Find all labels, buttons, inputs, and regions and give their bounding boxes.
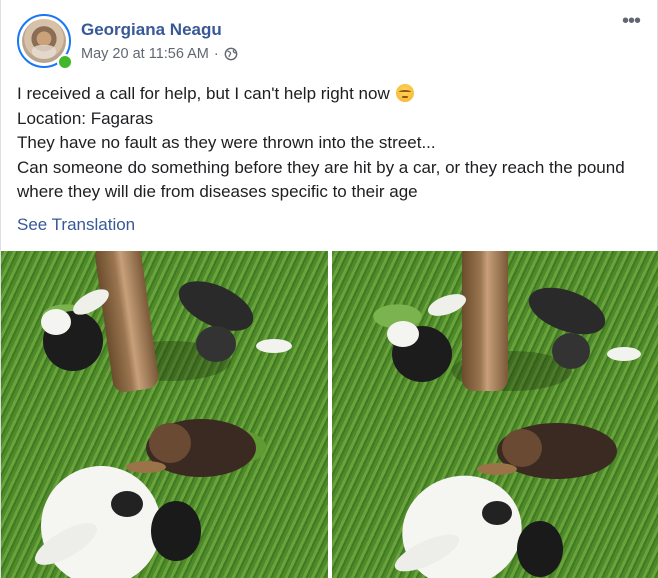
puppy-head	[552, 333, 590, 369]
puppy-head	[517, 521, 563, 577]
puppy-patch	[41, 309, 71, 335]
more-options-icon[interactable]: •••	[619, 11, 643, 32]
puppy-head	[151, 501, 201, 561]
puppy-patch	[387, 321, 419, 347]
puppy-paws	[256, 339, 292, 353]
meta-separator: ·	[213, 46, 219, 62]
puppy-legs	[126, 461, 166, 473]
tree-trunk	[94, 251, 160, 394]
post-photo[interactable]	[1, 251, 328, 578]
author-avatar[interactable]	[17, 14, 73, 70]
globe-icon[interactable]	[224, 47, 238, 61]
photo-grid	[1, 251, 658, 578]
author-name[interactable]: Georgiana Neagu	[81, 20, 222, 40]
puppy-legs	[477, 463, 517, 475]
puppy-patch	[482, 501, 512, 525]
tree-trunk	[462, 251, 508, 391]
facebook-post: Georgiana Neagu May 20 at 11:56 AM · •••…	[0, 0, 658, 578]
puppy-head	[196, 326, 236, 362]
body-line: Can someone do something before they are…	[17, 157, 630, 202]
body-line: Location: Fagaras	[17, 108, 154, 128]
post-photo[interactable]	[332, 251, 658, 578]
post-timestamp[interactable]: May 20 at 11:56 AM	[81, 46, 209, 62]
body-line: I received a call for help, but I can't …	[17, 82, 647, 107]
disappointed-face-icon	[396, 84, 415, 102]
post-meta: May 20 at 11:56 AM ·	[81, 46, 238, 62]
post-header: Georgiana Neagu May 20 at 11:56 AM · •••	[17, 11, 643, 70]
post-body: I received a call for help, but I can't …	[17, 82, 647, 205]
body-line: They have no fault as they were thrown i…	[17, 133, 436, 152]
puppy-patch	[111, 491, 143, 517]
puppy-head	[149, 423, 191, 463]
puppy-paws	[607, 347, 641, 361]
see-translation-link[interactable]: See Translation	[17, 215, 135, 235]
puppy-head	[502, 429, 542, 467]
online-status-icon	[57, 54, 73, 70]
